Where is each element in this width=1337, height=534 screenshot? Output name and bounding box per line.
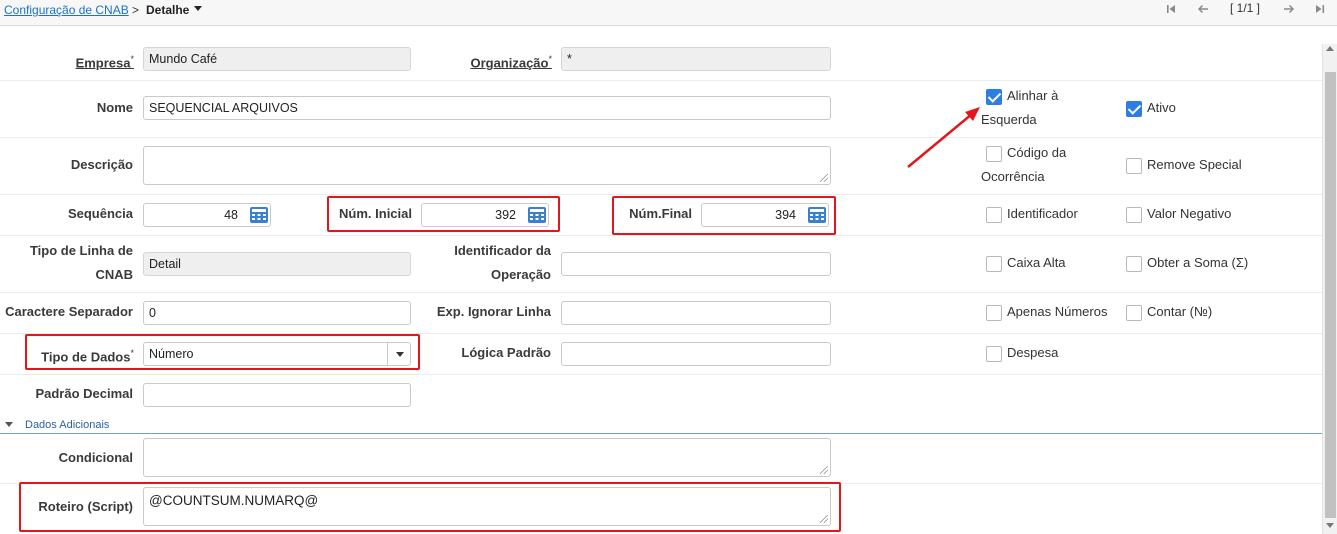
annotation-arrow-icon [907, 107, 980, 168]
identificador-operacao-label-line2: Operação [491, 267, 551, 282]
chevron-down-icon[interactable] [194, 6, 202, 11]
previous-record-icon[interactable] [1195, 2, 1211, 20]
sequencia-label: Sequência [67, 206, 133, 221]
codigo-ocorrencia-label-line2: Ocorrência [981, 169, 1045, 184]
remove-special-label: Remove Special [1147, 157, 1242, 172]
calculator-icon[interactable] [527, 206, 547, 224]
section-dados-adicionais[interactable]: Dados Adicionais [25, 419, 109, 431]
tipo-linha-field[interactable]: Detail [143, 252, 411, 276]
descricao-textarea[interactable] [143, 146, 831, 185]
organizacao-label: Organização* [470, 54, 552, 71]
section-divider [0, 433, 1322, 434]
breadcrumb-separator: > [132, 3, 140, 17]
apenas-numeros-checkbox[interactable] [986, 305, 1002, 321]
resize-handle-icon[interactable] [820, 174, 828, 182]
num-inicial-label: Núm. Inicial [339, 206, 412, 221]
calculator-icon[interactable] [249, 206, 269, 224]
resize-handle-icon[interactable] [820, 515, 828, 523]
descricao-label: Descrição [70, 157, 133, 172]
codigo-ocorrencia-checkbox[interactable] [986, 146, 1002, 162]
nome-field[interactable]: SEQUENCIAL ARQUIVOS [143, 96, 831, 120]
ativo-label: Ativo [1147, 100, 1176, 115]
tipo-dados-select[interactable]: Número [143, 342, 411, 366]
codigo-ocorrencia-label-line1: Código da [1007, 145, 1067, 160]
roteiro-textarea[interactable]: @COUNTSUM.NUMARQ@ [143, 487, 831, 526]
tipo-linha-label-line2: CNAB [95, 267, 133, 282]
organizacao-field[interactable]: * [561, 47, 831, 71]
valor-negativo-checkbox[interactable] [1126, 207, 1142, 223]
nome-label: Nome [96, 100, 133, 115]
breadcrumb-current[interactable]: Detalhe [146, 3, 189, 17]
obter-soma-label: Obter a Soma (Σ) [1147, 255, 1249, 270]
identificador-label: Identificador [1007, 206, 1078, 221]
row-divider [0, 374, 1322, 375]
identificador-operacao-label-line1: Identificador da [454, 243, 551, 258]
first-record-icon[interactable] [1163, 2, 1179, 20]
caractere-separador-field[interactable]: 0 [143, 301, 411, 325]
exp-ignorar-linha-field[interactable] [561, 301, 831, 325]
obter-soma-checkbox[interactable] [1126, 256, 1142, 272]
tipo-dados-label: Tipo de Dados* [41, 348, 134, 365]
padrao-decimal-field[interactable] [143, 383, 411, 407]
condicional-label: Condicional [58, 450, 133, 465]
contar-checkbox[interactable] [1126, 305, 1142, 321]
contar-label: Contar (№) [1147, 304, 1213, 319]
padrao-decimal-label: Padrão Decimal [35, 386, 133, 401]
row-divider [0, 235, 1322, 236]
scroll-down-icon[interactable] [1326, 523, 1334, 528]
empresa-field[interactable]: Mundo Café [143, 47, 411, 71]
remove-special-checkbox[interactable] [1126, 158, 1142, 174]
collapse-caret-icon[interactable] [5, 422, 13, 427]
exp-ignorar-linha-label: Exp. Ignorar Linha [436, 304, 551, 319]
row-divider [0, 292, 1322, 293]
identificador-operacao-field[interactable] [561, 252, 831, 276]
despesa-label: Despesa [1007, 345, 1059, 360]
top-toolbar: Configuração de CNAB > Detalhe [ 1/1 ] [0, 0, 1337, 26]
caractere-separador-label: Caractere Separador [5, 304, 133, 319]
caixa-alta-checkbox[interactable] [986, 256, 1002, 272]
row-divider [0, 194, 1322, 195]
logica-padrao-field[interactable] [561, 342, 831, 366]
apenas-numeros-label: Apenas Números [1007, 304, 1108, 319]
ativo-checkbox[interactable] [1126, 101, 1142, 117]
dropdown-chevron-down-icon[interactable] [387, 342, 411, 366]
identificador-checkbox[interactable] [986, 207, 1002, 223]
num-final-label: Núm.Final [629, 206, 692, 221]
breadcrumb-parent-link[interactable]: Configuração de CNAB [4, 3, 129, 17]
despesa-checkbox[interactable] [986, 346, 1002, 362]
scroll-up-icon[interactable] [1326, 46, 1334, 51]
logica-padrao-label: Lógica Padrão [461, 345, 551, 360]
row-divider [0, 137, 1322, 138]
next-record-icon[interactable] [1281, 2, 1297, 20]
empresa-label: Empresa* [75, 54, 134, 71]
roteiro-label: Roteiro (Script) [38, 499, 133, 514]
row-divider [0, 333, 1322, 334]
alinhar-esquerda-label-line1: Alinhar à [1007, 88, 1059, 103]
condicional-textarea[interactable] [143, 438, 831, 477]
tipo-linha-label-line1: Tipo de Linha de [29, 243, 133, 258]
calculator-icon[interactable] [807, 206, 827, 224]
row-divider [0, 80, 1322, 81]
row-divider [0, 483, 1322, 484]
tipo-dados-selected-value: Número [149, 347, 194, 361]
resize-handle-icon[interactable] [820, 466, 828, 474]
vertical-scrollbar[interactable] [1322, 44, 1337, 534]
pager-indicator: [ 1/1 ] [1230, 1, 1261, 15]
caixa-alta-label: Caixa Alta [1007, 255, 1066, 270]
last-record-icon[interactable] [1312, 2, 1328, 20]
scrollbar-thumb[interactable] [1325, 72, 1336, 518]
valor-negativo-label: Valor Negativo [1147, 206, 1232, 221]
